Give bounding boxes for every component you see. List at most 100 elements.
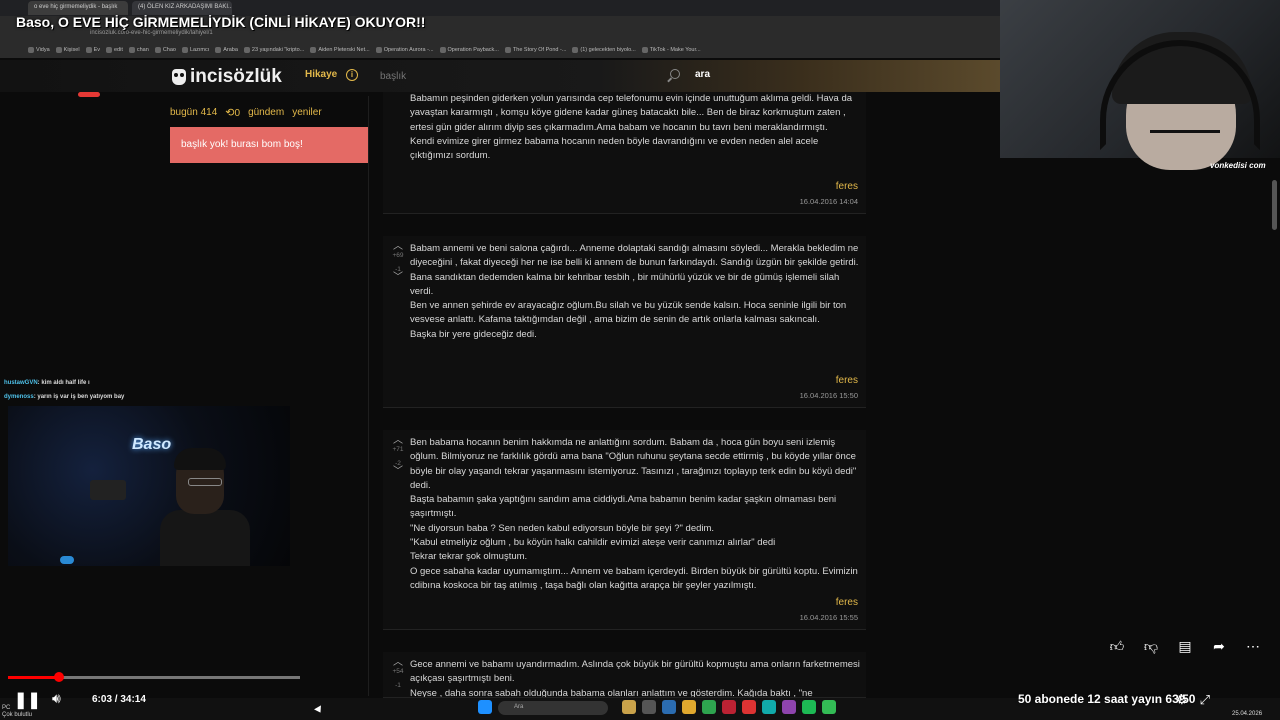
entry-author[interactable]: feres bbox=[836, 181, 858, 192]
bookmark-item[interactable]: chan bbox=[128, 47, 149, 53]
taskbar-app-icon[interactable] bbox=[762, 700, 776, 714]
bookmark-item[interactable]: Ev bbox=[85, 47, 100, 53]
bookmark-label: Vidya bbox=[36, 47, 50, 53]
taskbar-app-icon[interactable] bbox=[822, 700, 836, 714]
bookmark-item[interactable]: 23 yaşındaki "kripto... bbox=[243, 47, 304, 53]
volume-icon[interactable]: 🔊︎ bbox=[52, 690, 61, 707]
bookmark-item[interactable]: (1) gelecekten biyolo... bbox=[572, 47, 636, 53]
webcam-person-body bbox=[160, 510, 250, 566]
entry-date[interactable]: 16.04.2016 15:55 bbox=[800, 613, 858, 622]
entry-paragraph: Gece annemi ve babamı uyandırmadım. Aslı… bbox=[410, 659, 863, 685]
refresh-link[interactable]: ⟲0 bbox=[225, 106, 240, 119]
search-input[interactable] bbox=[372, 66, 688, 86]
nav-hikaye[interactable]: Hikaye bbox=[305, 69, 337, 80]
taskbar-app-icon[interactable] bbox=[802, 700, 816, 714]
entry-text: Babam annemi ve beni salona çağırdı... A… bbox=[410, 236, 862, 342]
progress-knob[interactable] bbox=[54, 672, 65, 682]
bookmark-label: Lazımcı bbox=[189, 47, 210, 53]
folder-icon bbox=[641, 47, 648, 53]
taskbar-search[interactable]: Ara bbox=[498, 701, 608, 715]
player-settings: ⚙ ⤢ bbox=[1176, 692, 1210, 708]
entry-paragraph: Ben babama hocanın benim hakkımda ne anl… bbox=[410, 437, 859, 491]
webcam-cup bbox=[60, 556, 74, 564]
owl-logo-icon bbox=[172, 69, 186, 85]
entry-date[interactable]: 16.04.2016 15:50 bbox=[800, 391, 858, 400]
url-field[interactable]: incisozluk.co/o-eve-hic-girmemeliydik/la… bbox=[90, 30, 390, 40]
entry-paragraph: Bana sandıktan dedemden kalma bir kehrib… bbox=[410, 271, 842, 297]
comment-icon[interactable]: ▤ bbox=[1176, 637, 1194, 655]
downvote-icon[interactable]: ﹀ bbox=[388, 273, 408, 283]
gundem-link[interactable]: gündem bbox=[248, 107, 284, 118]
bookmark-item[interactable]: Aiden Pleterski Net... bbox=[310, 47, 370, 53]
more-icon[interactable]: ⋯ bbox=[1244, 637, 1262, 655]
entry-paragraph: Tekrar tekrar şok olmuştum. bbox=[410, 551, 528, 563]
entry-author[interactable]: feres bbox=[836, 597, 858, 608]
bookmark-item[interactable]: Operation Payback... bbox=[439, 47, 499, 53]
entry-paragraph: Kendi evimize girer girmez babama hocanı… bbox=[410, 135, 821, 162]
bookmark-label: Araba bbox=[223, 47, 238, 53]
webcam-person-hair bbox=[174, 448, 226, 470]
entry-paragraph: Başka bir yere gideceğiz dedi. bbox=[410, 328, 537, 340]
folder-icon bbox=[375, 47, 382, 53]
folder-icon bbox=[28, 47, 34, 53]
settings-gear-icon[interactable]: ⚙ bbox=[1176, 692, 1188, 708]
info-icon[interactable]: i bbox=[346, 69, 358, 81]
webcam-person-glasses bbox=[188, 478, 222, 486]
taskbar-app-icon[interactable] bbox=[782, 700, 796, 714]
entry-text: Ben babama hocanın benim hakkımda ne anl… bbox=[410, 430, 862, 593]
folder-icon bbox=[154, 47, 161, 53]
search-button[interactable]: ara bbox=[695, 69, 710, 80]
downvote-count: -1 bbox=[395, 682, 401, 689]
bookmarks-bar: Vidya Kişisel Ev edit chan Chao Lazımcı Araba 23… bbox=[0, 42, 1000, 58]
taskbar-app-icon[interactable] bbox=[642, 700, 656, 714]
upvote-icon[interactable]: ︿ bbox=[388, 658, 408, 668]
today-link[interactable]: bugün 414 bbox=[170, 107, 217, 118]
bookmark-label: Chao bbox=[162, 47, 176, 53]
yeniler-link[interactable]: yeniler bbox=[292, 107, 321, 118]
chat-text: : kim aldı half life ı bbox=[37, 380, 90, 386]
bookmark-item[interactable]: Vidya bbox=[28, 47, 50, 53]
entry-author[interactable]: feres bbox=[836, 375, 858, 386]
site-logo[interactable]: incisözlük bbox=[172, 66, 282, 88]
bookmark-item[interactable]: Lazımcı bbox=[181, 47, 210, 53]
taskbar-app-icon[interactable] bbox=[702, 700, 716, 714]
taskbar-app-icon[interactable] bbox=[622, 700, 636, 714]
taskbar-app-icon[interactable] bbox=[682, 700, 696, 714]
bookmark-item[interactable]: Kişisel bbox=[55, 47, 80, 53]
subscriber-goal-text: 50 abonede 12 saat yayın 63/50 bbox=[1018, 692, 1196, 706]
share-icon[interactable]: ➦ bbox=[1210, 637, 1228, 655]
folder-icon bbox=[106, 47, 112, 53]
downvote-icon[interactable]: ﹀ bbox=[388, 467, 408, 477]
page-scrollbar[interactable] bbox=[1272, 180, 1277, 230]
bookmark-item[interactable]: Araba bbox=[215, 47, 238, 53]
bookmark-item[interactable]: TikTok - Make Your... bbox=[641, 47, 701, 53]
taskbar-app-icon[interactable] bbox=[478, 700, 492, 714]
bookmark-item[interactable]: The Story Of Pond -... bbox=[504, 47, 566, 53]
bookmark-item[interactable]: Chao bbox=[154, 47, 176, 53]
fullscreen-icon[interactable]: ⤢ bbox=[1200, 692, 1210, 708]
browser-tab[interactable]: o eve hiç girmemeliydik - başlık bbox=[28, 1, 128, 15]
upvote-count: +54 bbox=[392, 668, 404, 675]
bookmark-item[interactable]: Operation Aurora -... bbox=[375, 47, 434, 53]
taskbar-app-icon[interactable] bbox=[722, 700, 736, 714]
upvote-icon[interactable]: ︿ bbox=[388, 242, 408, 252]
browser-tab[interactable]: (4) ÖLEN KIZ ARKADAŞIMI BAKI... bbox=[132, 1, 232, 15]
thumbs-down-icon[interactable]: 👎︎ bbox=[1142, 637, 1160, 655]
entry-paragraph: Neyse , daha sonra sabah olduğunda babam… bbox=[410, 687, 813, 698]
chat-message: hustawGVN: kim aldı half life ı bbox=[4, 380, 90, 386]
bookmark-label: Operation Aurora -... bbox=[383, 47, 434, 53]
entry-paragraph: Babam annemi ve beni salona çağırdı... A… bbox=[410, 243, 861, 269]
taskbar-app-icon[interactable] bbox=[662, 700, 676, 714]
video-time: 6:03 / 34:14 bbox=[92, 694, 146, 705]
pause-icon[interactable]: ❚❚ bbox=[14, 690, 41, 709]
reactor-glasses bbox=[1150, 130, 1220, 140]
upvote-icon[interactable]: ︿ bbox=[388, 436, 408, 446]
bookmark-item[interactable]: edit bbox=[106, 47, 123, 53]
thumbs-up-icon[interactable]: 👍︎ bbox=[1108, 637, 1126, 655]
chat-text: : yarın iş var iş ben yatıyom bay bbox=[33, 394, 125, 400]
search-icon[interactable] bbox=[670, 69, 680, 79]
empty-alert: başlık yok! burası bom boş! bbox=[170, 127, 368, 163]
entry: ︿ +71 -2 ﹀ Ben babama hocanın benim hakk… bbox=[383, 430, 866, 630]
taskbar-app-icon[interactable] bbox=[742, 700, 756, 714]
entry-date[interactable]: 16.04.2016 14:04 bbox=[800, 197, 858, 206]
